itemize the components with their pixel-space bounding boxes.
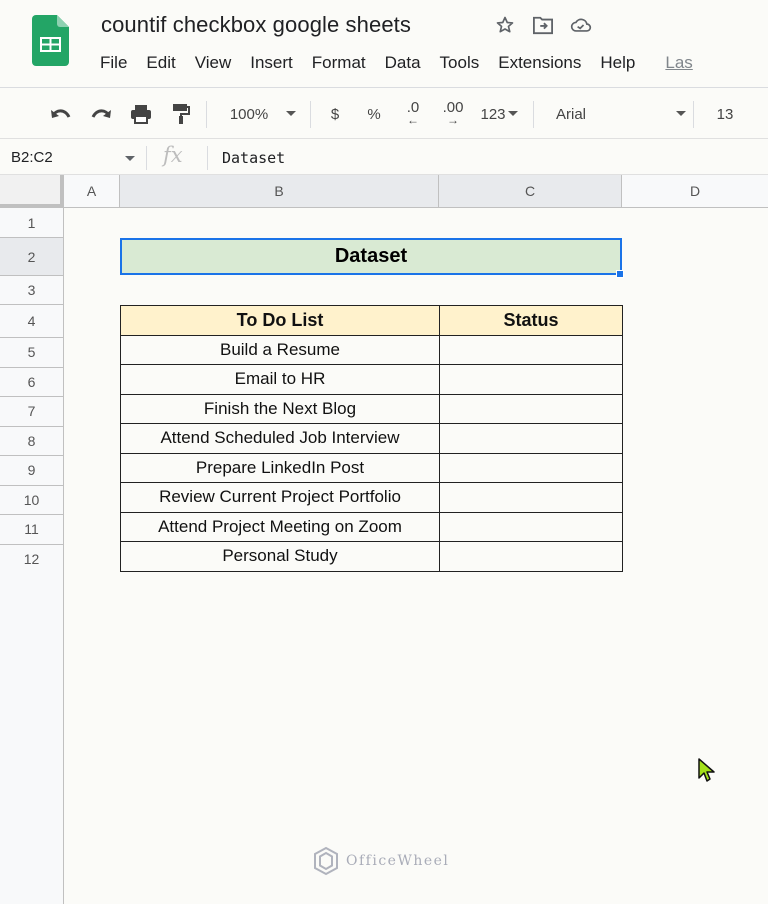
column-header-a[interactable]: A: [64, 175, 120, 208]
table-row: Finish the Next Blog: [120, 393, 623, 424]
todo-table: To Do List Status Build a Resume Email t…: [120, 305, 623, 572]
row-header-7[interactable]: 7: [0, 397, 64, 427]
table-row: Prepare LinkedIn Post: [120, 452, 623, 483]
formula-input[interactable]: Dataset: [222, 149, 285, 167]
table-row: Email to HR: [120, 364, 623, 395]
menu-format[interactable]: Format: [312, 53, 366, 73]
table-header-row: To Do List Status: [120, 305, 623, 336]
menu-tools[interactable]: Tools: [440, 53, 480, 73]
undo-icon[interactable]: [48, 101, 74, 127]
menu-insert[interactable]: Insert: [250, 53, 293, 73]
spreadsheet-grid[interactable]: A B C D 1 2 3 4 5 6 7 8 9 10 11 12 Datas…: [0, 175, 768, 904]
name-box-dropdown-icon[interactable]: [125, 156, 135, 161]
header-cell-todo[interactable]: To Do List: [120, 305, 440, 336]
google-sheets-logo-icon[interactable]: [32, 15, 69, 66]
font-name: Arial: [556, 105, 587, 123]
mouse-cursor-icon: [698, 758, 715, 782]
font-size-value: 13: [716, 105, 734, 123]
title-bar: countif checkbox google sheets File Edit…: [0, 0, 768, 88]
table-row: Attend Scheduled Job Interview: [120, 423, 623, 454]
decrease-decimal-button[interactable]: .0 ←: [400, 100, 426, 127]
row-header-5[interactable]: 5: [0, 338, 64, 368]
table-row: Build a Resume: [120, 334, 623, 365]
row-header-4[interactable]: 4: [0, 305, 64, 338]
row-header-area: [0, 573, 64, 904]
select-all-corner[interactable]: [0, 175, 64, 208]
watermark: OfficeWheel: [312, 846, 449, 876]
task-cell[interactable]: Build a Resume: [120, 334, 440, 365]
document-title[interactable]: countif checkbox google sheets: [101, 12, 411, 38]
menu-data[interactable]: Data: [385, 53, 421, 73]
column-header-d[interactable]: D: [622, 175, 768, 208]
currency-format-button[interactable]: $: [325, 101, 345, 127]
chevron-down-icon: [676, 111, 686, 116]
row-header-11[interactable]: 11: [0, 515, 64, 545]
status-cell[interactable]: [439, 334, 623, 365]
cloud-saved-icon[interactable]: [570, 14, 592, 36]
table-row: Attend Project Meeting on Zoom: [120, 511, 623, 542]
font-select[interactable]: Arial: [556, 101, 686, 127]
last-edit-link[interactable]: Las: [665, 53, 692, 73]
table-row: Review Current Project Portfolio: [120, 482, 623, 513]
column-header-b[interactable]: B: [120, 175, 439, 208]
status-cell[interactable]: [439, 511, 623, 542]
percent-symbol: %: [367, 105, 381, 123]
row-header-12[interactable]: 12: [0, 544, 64, 574]
more-formats-button[interactable]: 123: [477, 101, 521, 127]
zoom-value: 100%: [229, 105, 269, 123]
task-cell[interactable]: Review Current Project Portfolio: [120, 482, 440, 513]
arrow-right-icon: →: [447, 113, 459, 127]
watermark-text: OfficeWheel: [346, 853, 450, 869]
officewheel-logo-icon: [314, 846, 338, 876]
dataset-title-cell[interactable]: Dataset: [120, 238, 622, 275]
status-cell[interactable]: [439, 364, 623, 395]
menu-bar: File Edit View Insert Format Data Tools …: [100, 53, 712, 73]
print-icon[interactable]: [128, 101, 154, 127]
menu-file[interactable]: File: [100, 53, 127, 73]
status-cell[interactable]: [439, 541, 623, 572]
task-cell[interactable]: Attend Scheduled Job Interview: [120, 423, 440, 454]
paint-format-icon[interactable]: [168, 101, 194, 127]
redo-icon[interactable]: [88, 101, 114, 127]
menu-extensions[interactable]: Extensions: [498, 53, 581, 73]
row-header-1[interactable]: 1: [0, 208, 64, 238]
more-formats-label: 123: [480, 105, 506, 123]
row-header-3[interactable]: 3: [0, 276, 64, 305]
star-icon[interactable]: [494, 14, 516, 36]
task-cell[interactable]: Email to HR: [120, 364, 440, 395]
task-cell[interactable]: Finish the Next Blog: [120, 393, 440, 424]
row-header-2[interactable]: 2: [0, 238, 64, 276]
status-cell[interactable]: [439, 482, 623, 513]
menu-edit[interactable]: Edit: [146, 53, 175, 73]
toolbar: 100% $ % .0 ← .00 → 123 Arial 13: [0, 89, 768, 139]
table-row: Personal Study: [120, 541, 623, 572]
status-cell[interactable]: [439, 423, 623, 454]
chevron-down-icon: [507, 111, 518, 116]
name-box[interactable]: B2:C2: [11, 149, 53, 166]
task-cell[interactable]: Personal Study: [120, 541, 440, 572]
fill-handle[interactable]: [616, 270, 624, 278]
currency-symbol: $: [330, 105, 340, 123]
percent-format-button[interactable]: %: [364, 101, 384, 127]
font-size-input[interactable]: 13: [712, 101, 738, 127]
zoom-select[interactable]: 100%: [226, 101, 272, 127]
row-header-8[interactable]: 8: [0, 426, 64, 456]
task-cell[interactable]: Attend Project Meeting on Zoom: [120, 511, 440, 542]
fx-icon: fx: [163, 143, 183, 167]
task-cell[interactable]: Prepare LinkedIn Post: [120, 452, 440, 483]
status-cell[interactable]: [439, 393, 623, 424]
increase-decimal-button[interactable]: .00 →: [438, 100, 468, 127]
move-folder-icon[interactable]: [532, 14, 554, 36]
arrow-left-icon: ←: [407, 113, 419, 127]
row-header-9[interactable]: 9: [0, 456, 64, 486]
menu-help[interactable]: Help: [600, 53, 635, 73]
row-header-6[interactable]: 6: [0, 367, 64, 397]
row-header-10[interactable]: 10: [0, 485, 64, 515]
status-cell[interactable]: [439, 452, 623, 483]
column-header-c[interactable]: C: [439, 175, 622, 208]
formula-bar: B2:C2 fx Dataset: [0, 140, 768, 175]
zoom-dropdown-arrow-icon[interactable]: [284, 101, 298, 127]
menu-view[interactable]: View: [195, 53, 232, 73]
header-cell-status[interactable]: Status: [439, 305, 623, 336]
